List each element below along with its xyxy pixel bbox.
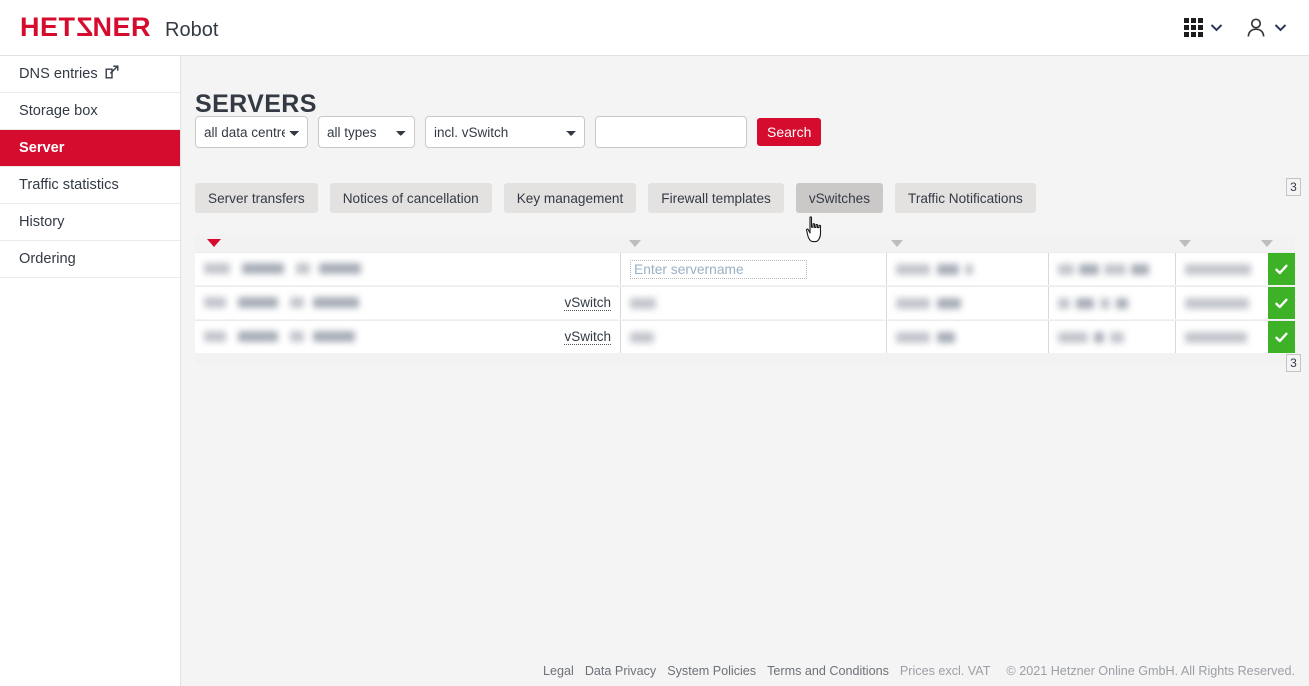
search-input[interactable] (595, 116, 747, 148)
top-header-bar: HETZNER Robot (0, 0, 1309, 56)
sidebar-item-label: Ordering (19, 251, 76, 267)
vswitch-link[interactable]: vSwitch (564, 295, 611, 311)
sidebar-item-label: Server (19, 140, 65, 156)
search-button[interactable]: Search (757, 118, 822, 146)
grid-apps-icon (1184, 18, 1203, 37)
chevron-down-icon (1274, 24, 1287, 32)
vswitch-filter-select[interactable]: incl. vSwitch (425, 116, 585, 148)
key-management-button[interactable]: Key management (503, 183, 637, 213)
server-type-select[interactable]: all types (318, 116, 415, 148)
sidebar-item-label: History (19, 214, 65, 230)
sidebar-item-server[interactable]: Server (0, 130, 180, 167)
table-header-row (195, 235, 1295, 252)
server-status-button[interactable] (1268, 253, 1295, 285)
user-menu-button[interactable] (1245, 17, 1287, 39)
footer-link-data-privacy[interactable]: Data Privacy (585, 664, 656, 678)
sort-descending-icon[interactable] (207, 239, 221, 247)
redacted-server-identifier (204, 262, 362, 277)
firewall-templates-button[interactable]: Firewall templates (648, 183, 784, 213)
server-date-cell (1176, 253, 1268, 285)
sidebar-item-ordering[interactable]: Ordering (0, 241, 180, 278)
table-footer-row (195, 354, 1295, 364)
server-name-cell: vSwitch (195, 321, 621, 353)
sidebar-navigation: DNS entries Storage box Server Traffic s… (0, 56, 181, 686)
servers-table: vSwitch (195, 235, 1295, 364)
brand-area: HETZNER Robot (0, 12, 219, 42)
servername-input-cell (621, 253, 887, 285)
vswitches-button[interactable]: vSwitches (795, 183, 884, 213)
chevron-down-icon (1210, 24, 1223, 32)
sidebar-item-traffic-statistics[interactable]: Traffic statistics (0, 167, 180, 204)
notices-of-cancellation-button[interactable]: Notices of cancellation (329, 183, 492, 213)
servername-input[interactable] (630, 259, 807, 279)
server-type-cell (887, 287, 1049, 319)
vswitch-link[interactable]: vSwitch (564, 329, 611, 345)
server-ip-cell (1049, 321, 1176, 353)
server-name-cell (195, 253, 621, 285)
column-sort-icon-3[interactable] (891, 240, 903, 247)
product-name: Robot (165, 19, 219, 41)
server-ip-cell (1049, 287, 1176, 319)
server-date-cell (1176, 321, 1268, 353)
external-link-icon (105, 65, 119, 83)
table-row[interactable]: vSwitch (195, 286, 1295, 319)
top-actions (1184, 17, 1309, 39)
column-sort-icon-5[interactable] (1261, 240, 1273, 247)
footer-link-system-policies[interactable]: System Policies (667, 664, 756, 678)
action-button-bar: Server transfers Notices of cancellation… (195, 183, 1048, 213)
server-type-cell (887, 321, 1049, 353)
sidebar-item-history[interactable]: History (0, 204, 180, 241)
person-icon (1247, 17, 1265, 37)
check-icon (1275, 264, 1288, 274)
sidebar-item-label: Storage box (19, 103, 98, 119)
servername-cell (621, 287, 887, 319)
apps-menu-button[interactable] (1184, 18, 1223, 37)
footer-link-legal[interactable]: Legal (543, 664, 574, 678)
table-row[interactable]: vSwitch (195, 320, 1295, 353)
pagination-top: 3 (1286, 178, 1301, 196)
page-count-badge[interactable]: 3 (1286, 354, 1301, 372)
column-sort-icon-2[interactable] (629, 240, 641, 247)
column-sort-icon-4[interactable] (1179, 240, 1191, 247)
vat-note: Prices excl. VAT (899, 664, 991, 678)
server-status-button[interactable] (1268, 321, 1295, 353)
copyright-text: © 2021 Hetzner Online GmbH. All Rights R… (1006, 664, 1295, 678)
server-type-cell (887, 253, 1049, 285)
hetzner-logo[interactable]: HETZNER (20, 12, 151, 42)
redacted-server-identifier (204, 330, 356, 345)
traffic-notifications-button[interactable]: Traffic Notifications (895, 183, 1036, 213)
check-icon (1275, 332, 1288, 342)
server-name-cell: vSwitch (195, 287, 621, 319)
table-row[interactable] (195, 252, 1295, 285)
data-centre-select[interactable]: all data centres (195, 116, 308, 148)
filter-toolbar: all data centres all types incl. vSwitch… (195, 116, 822, 148)
server-status-button[interactable] (1268, 287, 1295, 319)
page-title: SERVERS (195, 89, 317, 118)
sidebar-item-storage-box[interactable]: Storage box (0, 93, 180, 130)
pagination-bottom: 3 (1286, 354, 1301, 372)
sidebar-item-label: Traffic statistics (19, 177, 119, 193)
server-transfers-button[interactable]: Server transfers (195, 183, 318, 213)
check-icon (1275, 298, 1288, 308)
page-count-badge[interactable]: 3 (1286, 178, 1301, 196)
redacted-server-identifier (204, 296, 360, 311)
server-date-cell (1176, 287, 1268, 319)
server-ip-cell (1049, 253, 1176, 285)
page-footer: Legal Data Privacy System Policies Terms… (181, 656, 1309, 686)
footer-link-terms-and-conditions[interactable]: Terms and Conditions (767, 664, 889, 678)
main-content: SERVERS all data centres all types incl.… (181, 56, 1309, 686)
robot-console-window: HETZNER Robot DNS entries Storage box Se… (0, 0, 1309, 686)
sidebar-item-dns-entries[interactable]: DNS entries (0, 56, 180, 93)
sidebar-item-label: DNS entries (19, 66, 98, 82)
servername-cell (621, 321, 887, 353)
